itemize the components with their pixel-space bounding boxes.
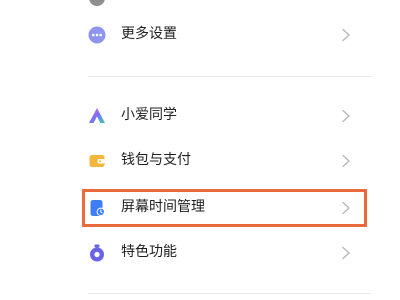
wallet-icon [87,151,107,171]
feature-icon [87,243,107,263]
more-settings-label: 更多设置 [121,26,177,42]
chevron-right-icon [341,109,351,123]
xiaoai-assistant-icon [87,106,107,126]
wallet-payment-item[interactable]: 钱包与支付 [0,141,400,181]
more-settings-item[interactable]: 更多设置 [0,15,400,55]
chevron-right-icon [341,28,351,42]
special-features-item[interactable]: 特色功能 [0,233,400,273]
bottom-divider [88,293,371,294]
partial-settings-icon [89,0,105,6]
xiaoai-item[interactable]: 小爱同学 [0,96,400,136]
highlight-box [82,189,367,227]
chevron-right-icon [341,246,351,260]
wallet-payment-label: 钱包与支付 [121,152,191,168]
xiaoai-label: 小爱同学 [121,107,177,123]
chevron-right-icon [341,154,351,168]
special-features-label: 特色功能 [121,244,177,260]
more-dots-icon [87,25,107,45]
section-divider [88,76,371,77]
